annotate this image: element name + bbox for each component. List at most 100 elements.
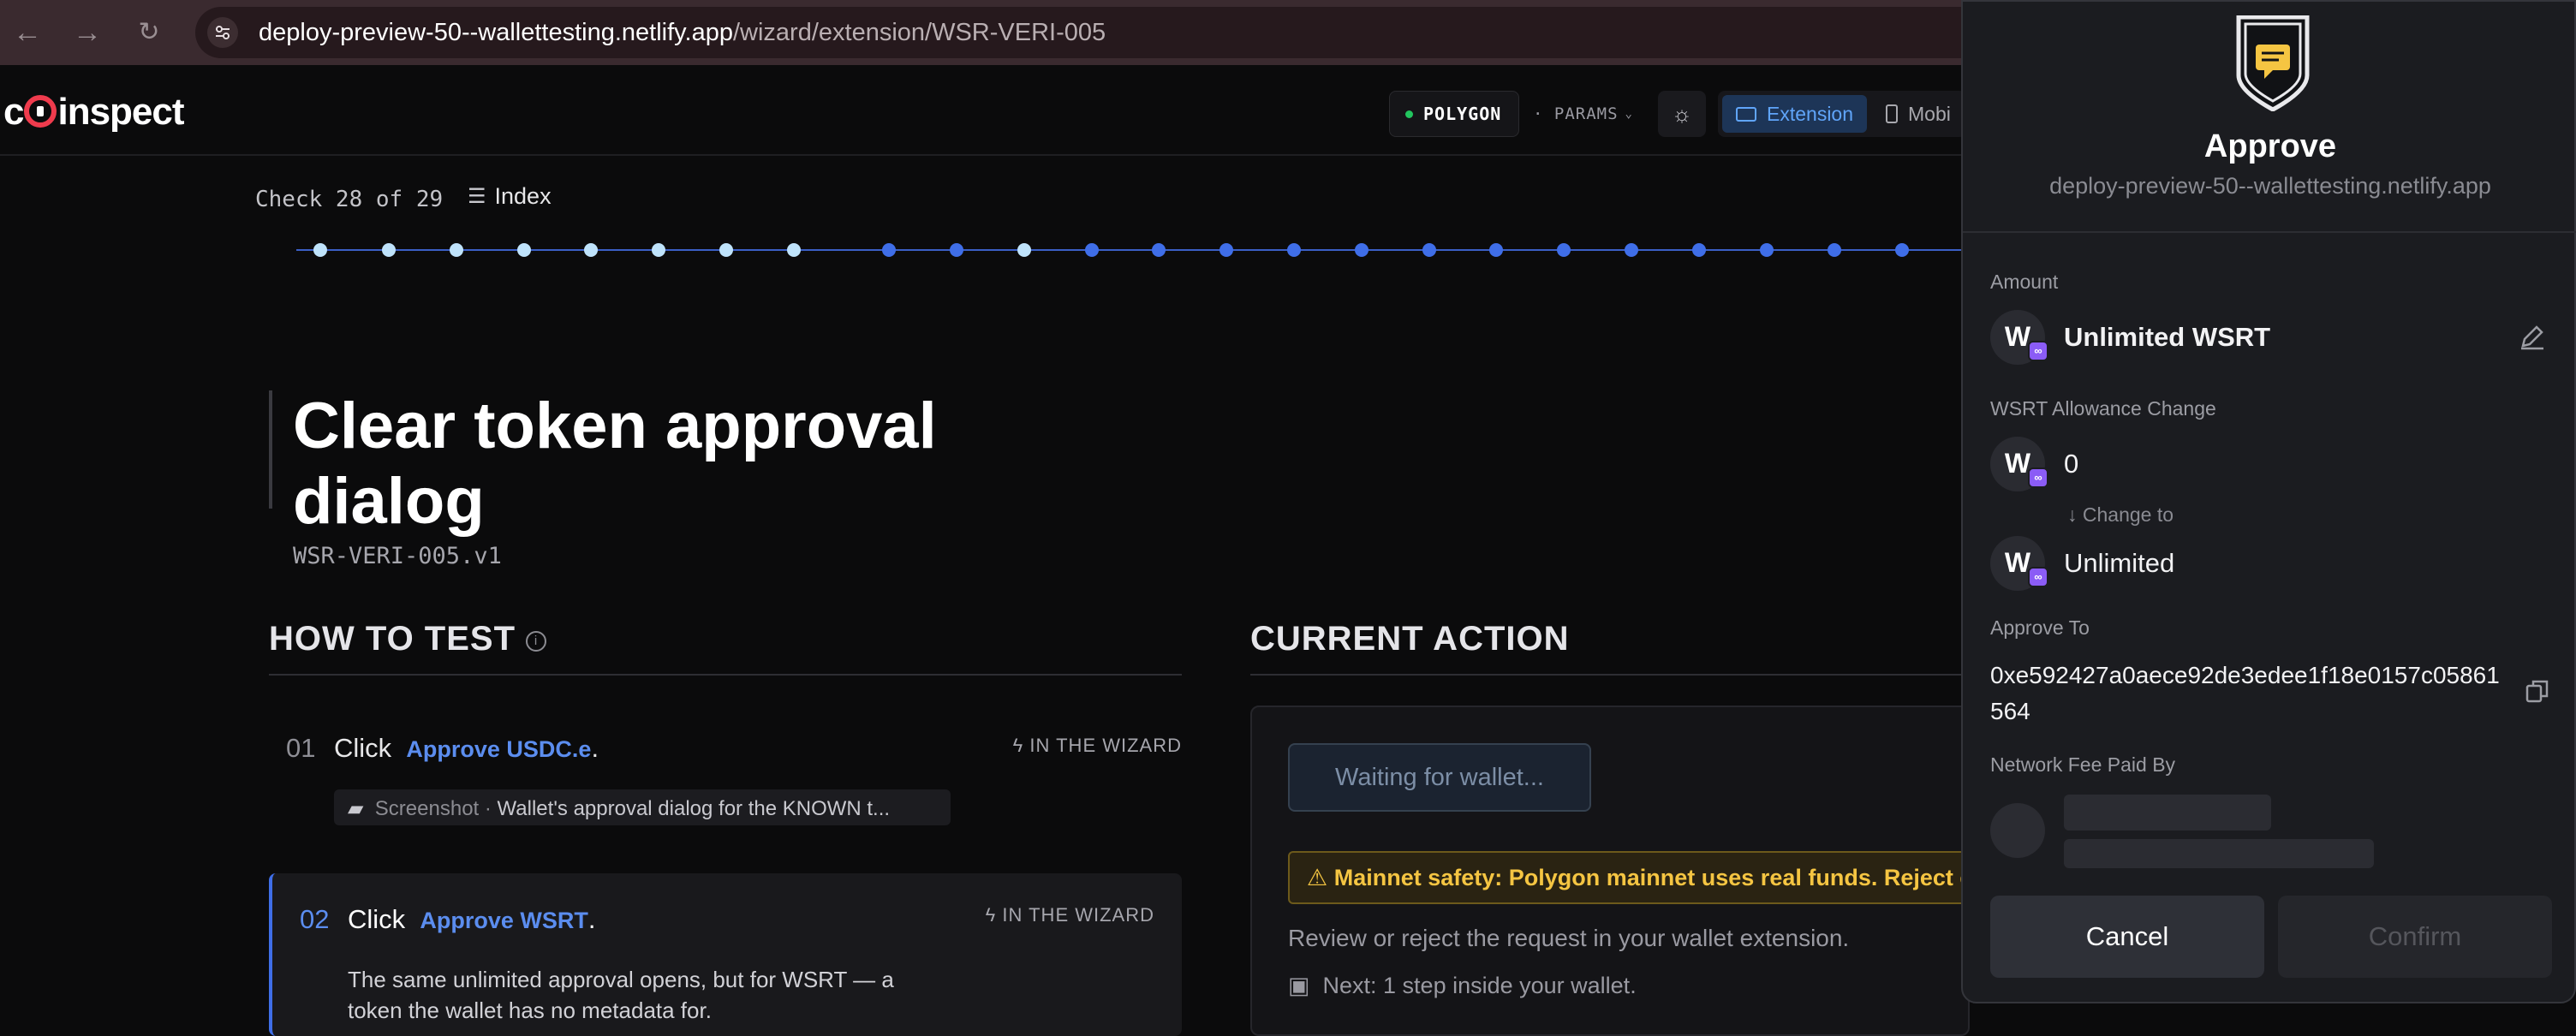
- network-selector[interactable]: POLYGON: [1389, 91, 1519, 137]
- shield-icon: [2236, 15, 2310, 111]
- approve-wsrt-link[interactable]: Approve WSRT: [420, 908, 588, 933]
- token-avatar: W ∞: [1990, 437, 2048, 491]
- sun-icon: ☼: [1672, 100, 1692, 127]
- step-card-active: 02 Click Approve WSRT. ϟ IN THE WIZARD T…: [269, 873, 1182, 1036]
- screenshot-label: Screenshot: [374, 797, 480, 820]
- list-icon: ☰: [468, 185, 486, 208]
- current-action-panel: Waiting for wallet... ⚠ Mainnet safety: …: [1250, 706, 1971, 1036]
- progress-step-dot[interactable]: [1557, 243, 1571, 257]
- url-path: /wizard/extension/WSR-VERI-005: [732, 19, 1106, 46]
- progress-step-dot[interactable]: [719, 243, 733, 257]
- progress-step-dot[interactable]: [1828, 243, 1841, 257]
- coinspect-logo[interactable]: c inspect: [3, 91, 185, 133]
- progress-step-dot[interactable]: [517, 243, 531, 257]
- info-icon[interactable]: i: [526, 631, 547, 652]
- progress-step-dot[interactable]: [450, 243, 463, 257]
- step-text: Click Approve WSRT.: [348, 904, 596, 934]
- url-text[interactable]: deploy-preview-50--wallettesting.netlify…: [259, 19, 1106, 47]
- link-badge-icon: ∞: [2028, 341, 2048, 361]
- params-dropdown[interactable]: · PARAMS ⌄: [1530, 91, 1634, 137]
- allowance-to: Unlimited: [2064, 548, 2175, 578]
- step-tag: ϟ IN THE WIZARD: [1012, 735, 1182, 756]
- progress-step-dot[interactable]: [1760, 243, 1774, 257]
- divider: [1250, 674, 1970, 676]
- check-counter: Check 28 of 29: [255, 187, 444, 212]
- progress-step-dot[interactable]: [882, 243, 896, 257]
- back-arrow-icon[interactable]: ←: [10, 15, 45, 50]
- progress-step-dot[interactable]: [1692, 243, 1706, 257]
- fee-payer-label: Network Fee Paid By: [1990, 753, 2176, 776]
- loading-skeleton-avatar: [1990, 803, 2045, 858]
- review-instruction: Review or reject the request in your wal…: [1288, 925, 1850, 951]
- step-card: 01 Click Approve USDC.e. ϟ IN THE WIZARD…: [269, 716, 1182, 836]
- progress-step-dot[interactable]: [584, 243, 598, 257]
- progress-step-dot[interactable]: [1355, 243, 1368, 257]
- step-number: 02: [300, 904, 330, 934]
- mode-extension-button[interactable]: Extension: [1722, 95, 1868, 133]
- divider: [1963, 231, 2576, 233]
- link-badge-icon: ∞: [2028, 467, 2048, 488]
- reload-icon[interactable]: ↻: [132, 15, 166, 50]
- progress-step-dot[interactable]: [1219, 243, 1233, 257]
- request-origin: deploy-preview-50--wallettesting.netlify…: [2049, 173, 2491, 199]
- approve-title: Approve: [2203, 128, 2337, 164]
- copy-icon[interactable]: [2525, 678, 2550, 704]
- bolt-icon: ϟ: [1012, 735, 1030, 756]
- edit-pencil-icon[interactable]: [2518, 322, 2547, 351]
- progress-step-dot[interactable]: [652, 243, 665, 257]
- chevron-down-icon: ⌄: [1625, 107, 1633, 121]
- wallet-approve-popup: Approve deploy-preview-50--wallettesting…: [1961, 0, 2576, 1003]
- step-number: 01: [286, 733, 316, 763]
- theme-toggle-button[interactable]: ☼: [1658, 91, 1706, 137]
- link-badge-icon: ∞: [2028, 567, 2048, 587]
- site-settings-icon[interactable]: [207, 17, 238, 48]
- progress-track: [296, 249, 1966, 251]
- waiting-for-wallet-button[interactable]: Waiting for wallet...: [1288, 743, 1591, 812]
- loading-skeleton-line: [2064, 795, 2271, 831]
- progress-step-dot[interactable]: [1625, 243, 1638, 257]
- screenshot-chip[interactable]: ▰ Screenshot · Wallet's approval dialog …: [334, 789, 951, 825]
- next-step-text: ▣ Next: 1 step inside your wallet.: [1288, 973, 1637, 998]
- spender-address: 0xe592427a0aece92de3edee1f18e0157c058615…: [1990, 662, 2500, 724]
- mainnet-warning: ⚠ Mainnet safety: Polygon mainnet uses r…: [1288, 851, 1971, 904]
- current-action-heading: CURRENT ACTION: [1250, 620, 1570, 658]
- forward-arrow-icon[interactable]: →: [70, 15, 104, 50]
- how-to-test-heading: HOW TO TEST i: [269, 620, 547, 658]
- progress-step-dot[interactable]: [313, 243, 327, 257]
- camera-icon: ▰: [348, 797, 375, 820]
- test-id: WSR-VERI-005.v1: [293, 543, 502, 569]
- amount-value: Unlimited WSRT: [2064, 322, 2271, 352]
- platform-switch: Extension Mobi: [1718, 91, 1966, 137]
- progress-step-dot[interactable]: [1152, 243, 1166, 257]
- step-text: Click Approve USDC.e.: [334, 733, 599, 763]
- bolt-icon: ϟ: [985, 904, 1003, 926]
- progress-step-dot[interactable]: [1895, 243, 1909, 257]
- divider: [269, 674, 1182, 676]
- step-description-line: The same unlimited approval opens, but f…: [348, 967, 894, 992]
- params-label: · PARAMS: [1533, 104, 1619, 123]
- progress-step-dot[interactable]: [1489, 243, 1503, 257]
- change-to-label: ↓ Change to: [2067, 503, 2174, 526]
- phone-icon: [1886, 104, 1899, 123]
- index-link[interactable]: ☰ Index: [468, 183, 552, 210]
- progress-step-dot[interactable]: [382, 243, 396, 257]
- progress-step-dot[interactable]: [1422, 243, 1436, 257]
- network-label: POLYGON: [1423, 104, 1502, 124]
- progress-step-dot[interactable]: [1017, 243, 1031, 257]
- mode-mobile-button[interactable]: Mobi: [1886, 103, 1951, 126]
- token-avatar: W ∞: [1990, 310, 2048, 365]
- wallet-icon: ▣: [1288, 973, 1323, 998]
- index-label: Index: [494, 183, 552, 209]
- progress-step-dot[interactable]: [1287, 243, 1301, 257]
- progress-step-dot[interactable]: [1085, 243, 1099, 257]
- approve-usdc-link[interactable]: Approve USDC.e: [406, 736, 591, 762]
- cancel-button[interactable]: Cancel: [1990, 896, 2264, 978]
- token-avatar: W ∞: [1990, 536, 2048, 591]
- progress-step-dot[interactable]: [787, 243, 801, 257]
- amount-label: Amount: [1990, 271, 2059, 293]
- screenshot-text: Wallet's approval dialog for the KNOWN t…: [497, 797, 891, 820]
- mode-mobile-label: Mobi: [1908, 102, 1951, 125]
- monitor-icon: [1736, 106, 1756, 122]
- progress-step-dot[interactable]: [950, 243, 963, 257]
- confirm-button[interactable]: Confirm: [2278, 896, 2552, 978]
